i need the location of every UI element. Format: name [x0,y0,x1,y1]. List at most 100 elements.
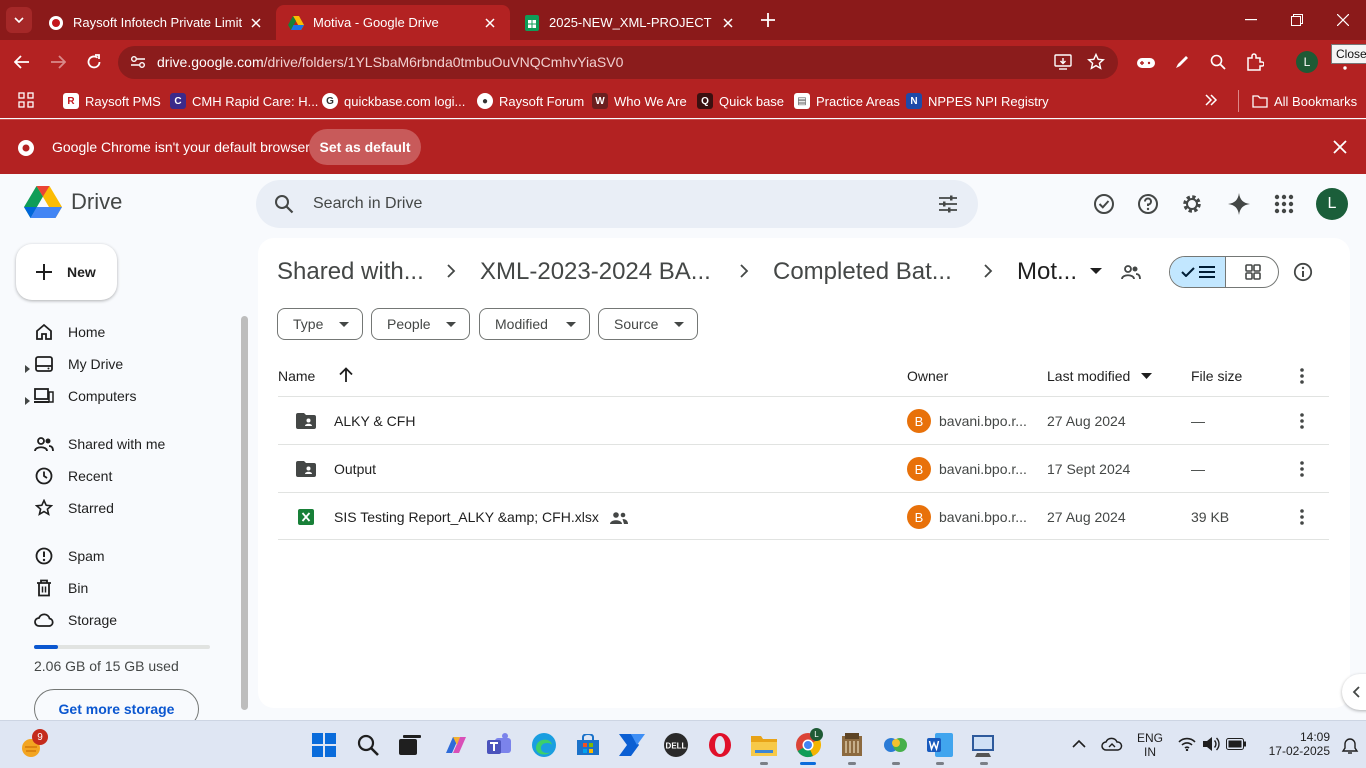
gemini-button[interactable] [1227,192,1251,216]
new-button[interactable]: New [16,244,117,300]
filter-type-chip[interactable]: Type [277,308,363,340]
bookmark-star-icon[interactable] [1087,52,1105,76]
tab-raysoft[interactable]: Raysoft Infotech Private Limited [36,5,276,40]
tab-motiva-drive[interactable]: Motiva - Google Drive [276,5,510,40]
file-explorer-app[interactable] [750,731,778,759]
notification-bell-icon[interactable] [1341,737,1359,755]
search-options-icon[interactable] [938,194,958,219]
extensions-button[interactable] [1243,50,1267,74]
forward-button[interactable] [46,50,70,74]
breadcrumb-current-folder[interactable]: Mot... [1017,258,1077,286]
bookmark-practice-areas[interactable]: ▤ Practice Areas [794,92,900,110]
sidebar-item-starred[interactable]: Starred [24,492,114,524]
filter-modified-chip[interactable]: Modified [479,308,590,340]
sort-ascending-arrow-icon[interactable] [339,367,353,383]
filter-people-chip[interactable]: People [371,308,470,340]
back-button[interactable] [10,50,34,74]
bookmark-raysoft-forum[interactable]: ● Raysoft Forum [477,92,584,110]
breadcrumb-completed-batch[interactable]: Completed Bat... [773,258,952,286]
account-avatar[interactable]: L [1316,188,1348,220]
table-row[interactable]: Output B bavani.bpo.r... 17 Sept 2024 — [278,444,1329,492]
store-app[interactable] [574,731,602,759]
close-icon[interactable] [720,15,736,31]
sidebar-scrollbar[interactable] [241,316,248,710]
chevron-up-icon[interactable] [1072,739,1086,748]
folder-menu-caret-icon[interactable] [1090,268,1102,275]
taskbar-search-button[interactable] [354,731,382,759]
clock[interactable]: 14:09 17-02-2025 [1254,730,1330,758]
close-icon[interactable] [1333,140,1347,159]
tab-xml-tracker[interactable]: 2025-NEW_XML-PROJECT TRACKER [512,5,748,40]
list-view-button[interactable] [1170,257,1225,287]
apps-grid-icon[interactable] [18,92,34,113]
cloud-sync-icon[interactable] [1101,736,1123,754]
close-icon[interactable] [248,15,264,31]
drive-search-box[interactable]: Search in Drive [256,180,978,228]
kebab-menu-icon[interactable] [1300,368,1304,384]
word-app[interactable] [926,731,954,759]
volume-icon[interactable] [1202,736,1220,752]
bookmark-quickbase-login[interactable]: Gquickbase.com logi... [322,92,465,110]
network-app[interactable] [882,731,910,759]
profile-avatar[interactable]: L [1296,51,1318,73]
caret-right-icon[interactable] [25,360,30,376]
battery-icon[interactable] [1226,738,1246,750]
reload-button[interactable] [82,50,106,74]
bookmark-who-we-are[interactable]: W Who We Are [592,92,687,110]
more-bookmarks-icon[interactable] [1204,92,1218,113]
tab-search-button[interactable] [6,7,32,33]
close-icon[interactable] [482,15,498,31]
sidebar-item-shared-with-me[interactable]: Shared with me [24,428,165,460]
edge-app[interactable] [530,731,558,759]
more-actions-icon[interactable] [1292,507,1312,527]
site-info-icon[interactable] [130,55,146,74]
install-app-icon[interactable] [1054,54,1072,75]
file-name[interactable]: ALKY & CFH [334,413,415,429]
sidebar-item-my-drive[interactable]: My Drive [24,348,123,380]
bookmark-quick-base[interactable]: Q Quick base [697,92,784,110]
file-name[interactable]: SIS Testing Report_ALKY &amp; CFH.xlsx [334,509,599,525]
minimize-button[interactable] [1228,0,1274,40]
sidebar-item-bin[interactable]: Bin [24,572,88,604]
bookmark-cmh[interactable]: C CMH Rapid Care: H... [170,92,318,110]
info-icon[interactable] [1293,262,1313,282]
opera-app[interactable] [706,731,734,759]
support-button[interactable] [1136,192,1160,216]
sidebar-item-spam[interactable]: Spam [24,540,105,572]
dell-app[interactable]: DELL [662,731,690,759]
sort-caret-icon[interactable] [1141,373,1152,379]
teams-app[interactable] [486,731,514,759]
settings-button[interactable] [1180,192,1204,216]
set-as-default-button[interactable]: Set as default [309,129,421,165]
filter-source-chip[interactable]: Source [598,308,698,340]
remote-tool-app[interactable] [970,731,998,759]
breadcrumb-xml-batch[interactable]: XML-2023-2024 BA... [480,258,711,286]
search-icon[interactable] [274,194,294,219]
sidebar-item-storage[interactable]: Storage [24,604,117,636]
sidebar-item-computers[interactable]: Computers [24,380,136,412]
breadcrumb-shared-with-me[interactable]: Shared with... [277,258,424,286]
extension-pen-button[interactable] [1170,50,1194,74]
new-tab-button[interactable] [758,10,778,30]
sidebar-item-recent[interactable]: Recent [24,460,112,492]
start-button[interactable] [310,731,338,759]
wifi-icon[interactable] [1178,737,1196,751]
caret-right-icon[interactable] [25,392,30,408]
bookmark-nppes[interactable]: N NPPES NPI Registry [906,92,1049,110]
zoom-button[interactable] [1206,50,1230,74]
task-view-button[interactable] [396,731,424,759]
drive-logo[interactable]: Drive [24,185,122,219]
address-bar[interactable]: drive.google.com/drive/folders/1YLSbaM6r… [118,46,1118,79]
sidebar-item-home[interactable]: Home [24,316,105,348]
google-apps-button[interactable] [1272,192,1296,216]
power-automate-app[interactable] [618,731,646,759]
all-bookmarks[interactable]: All Bookmarks [1252,92,1357,110]
column-header-name[interactable]: Name [278,368,315,384]
table-row[interactable]: ALKY & CFH B bavani.bpo.r... 27 Aug 2024… [278,396,1329,444]
widgets-button[interactable]: 9 [18,729,48,759]
bookmark-raysoft-pms[interactable]: R Raysoft PMS [63,92,161,110]
close-window-button[interactable] [1320,0,1366,40]
column-header-last-modified[interactable]: Last modified [1047,368,1130,384]
copilot-app[interactable] [442,731,470,759]
show-side-panel-button[interactable] [1342,674,1366,710]
